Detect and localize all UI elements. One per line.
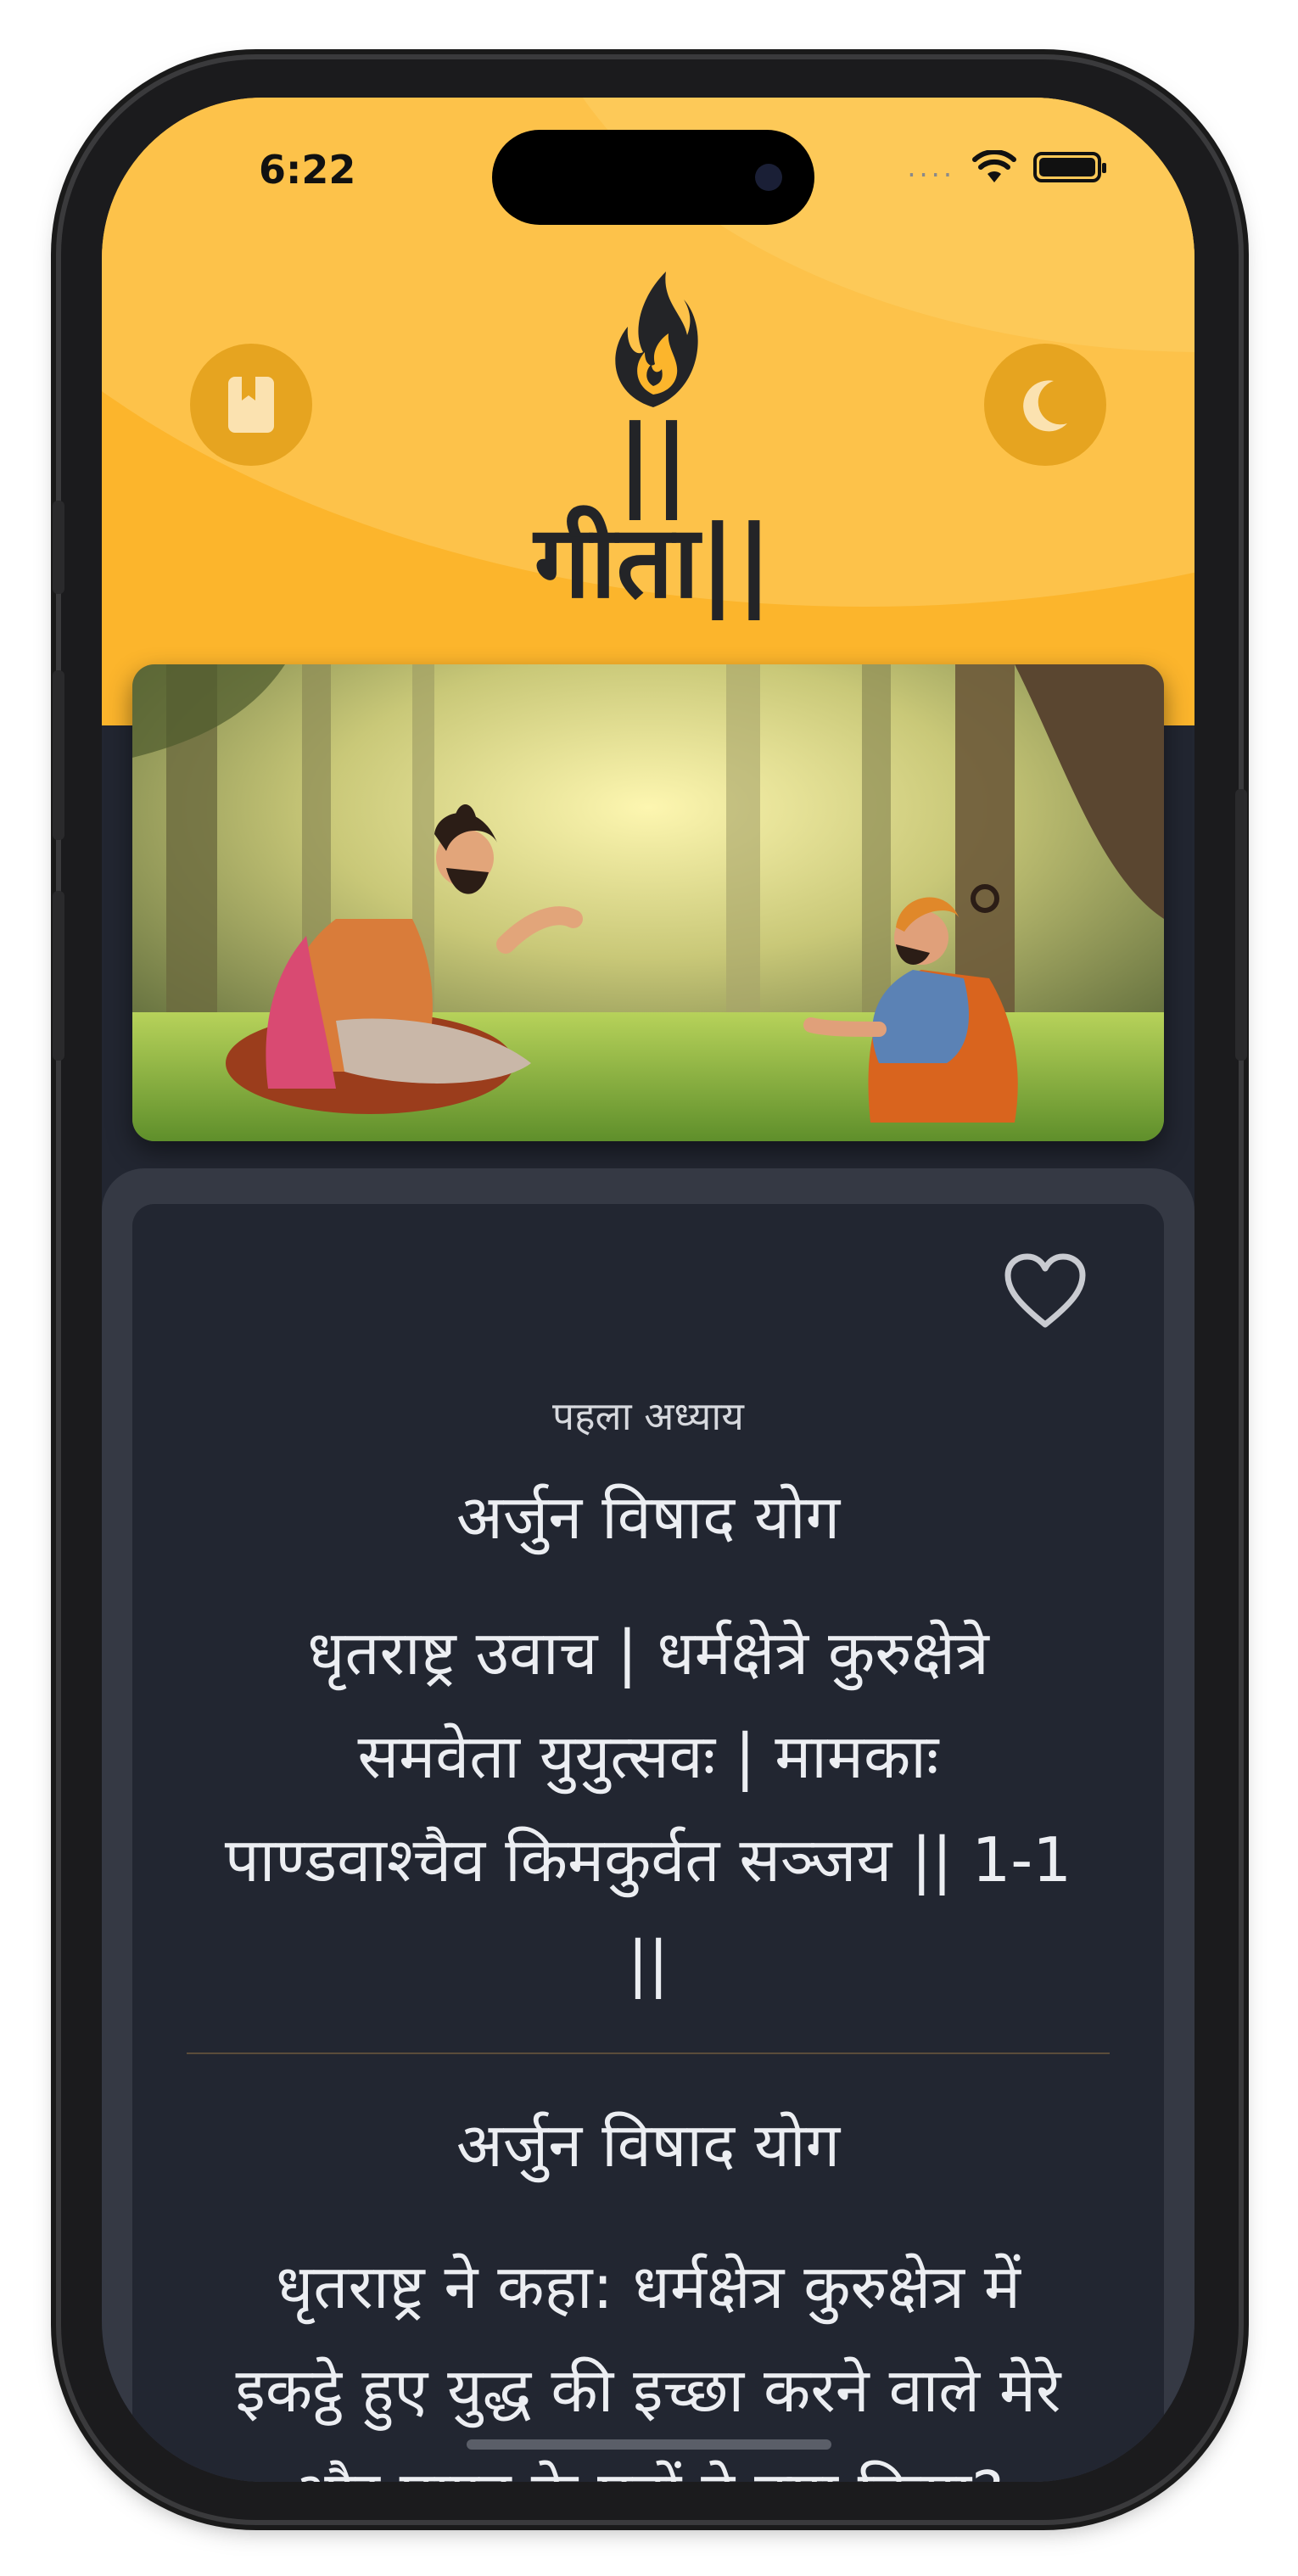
side-button-power <box>1235 789 1247 1061</box>
translation-line: धृतराष्ट्र ने कहा: धर्मक्षेत्र कुरुक्षेत… <box>276 2251 1021 2322</box>
app-screen: 6:22 .... ||गीता|| पहला अध्याय अर्जुन वि… <box>102 98 1194 2482</box>
sanskrit-verse: धृतराष्ट्र उवाच | धर्मक्षेत्रे कुरुक्षेत… <box>166 1601 1130 2015</box>
verse-line: समवेता युयुत्सवः | मामकाः <box>357 1721 939 1792</box>
forest-scene-image <box>132 664 1164 1141</box>
verse-panel: पहला अध्याय अर्जुन विषाद योग धृतराष्ट्र … <box>102 1168 1194 2482</box>
chapter-label: पहला अध्याय <box>552 1393 744 1439</box>
heart-outline-icon[interactable] <box>1003 1252 1088 1330</box>
app-header: 6:22 .... ||गीता|| <box>102 98 1194 725</box>
signal-icon: .... <box>907 151 955 183</box>
moon-icon <box>1023 380 1067 432</box>
side-button-volume-down <box>53 891 64 1061</box>
translation-line: इकट्ठे हुए युद्ध की इच्छा करने वाले मेरे <box>235 2355 1061 2426</box>
verse-card: पहला अध्याय अर्जुन विषाद योग धृतराष्ट्र … <box>132 1204 1164 2482</box>
verse-line: || <box>627 1928 669 1999</box>
chapter-title: अर्जुन विषाद योग <box>456 1481 841 1553</box>
verse-line: धृतराष्ट्र उवाच | धर्मक्षेत्रे कुरुक्षेत… <box>307 1617 989 1688</box>
side-button-volume-up <box>53 670 64 840</box>
side-button-action <box>53 501 64 594</box>
bookmarks-button[interactable] <box>190 344 312 466</box>
wifi-icon <box>972 150 1016 182</box>
section-divider <box>187 2052 1110 2054</box>
hero-illustration <box>132 664 1164 1141</box>
status-time: 6:22 <box>259 147 356 193</box>
book-icon <box>228 377 274 433</box>
verse-line: पाण्डवाश्चैव किमकुर्वत सञ्जय || 1-1 <box>224 1824 1072 1896</box>
home-indicator[interactable] <box>467 2439 831 2450</box>
logo-title: ||गीता|| <box>534 403 773 620</box>
translation-title: अर्जुन विषाद योग <box>456 2109 841 2181</box>
app-logo: ||गीता|| <box>501 267 806 612</box>
dark-mode-button[interactable] <box>984 344 1106 466</box>
battery-icon <box>1033 152 1106 182</box>
status-icons: .... <box>907 150 1106 184</box>
dynamic-island <box>492 130 814 225</box>
camera-icon <box>755 164 782 191</box>
flame-icon <box>615 272 698 407</box>
